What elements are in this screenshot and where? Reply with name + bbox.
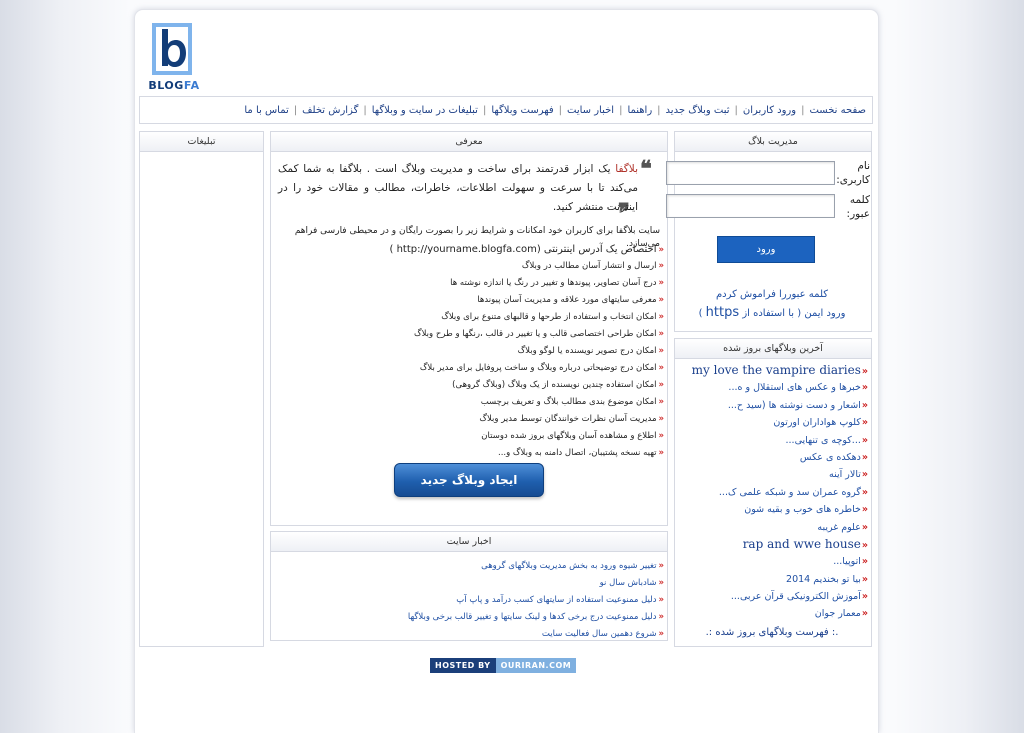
nav-help[interactable]: راهنما	[627, 105, 652, 116]
list-item: «rap and wwe house	[742, 536, 868, 551]
nav-ads[interactable]: تبلیغات در سایت و وبلاگها	[372, 105, 478, 116]
feature-item: «اختصاص یک آدرس اینترنتی (http://yournam…	[389, 244, 664, 255]
ads-panel: تبلیغات	[139, 131, 264, 647]
news-item: «دلیل ممنوعیت استفاده از سایتهای کسب درآ…	[456, 595, 664, 605]
news-item: «شروع دهمین سال فعالیت سایت	[541, 629, 664, 639]
username-label: نام کاربری:	[836, 160, 870, 186]
nav-separator: |	[363, 104, 367, 116]
blog-link[interactable]: معمار جوان	[815, 608, 861, 619]
blog-link[interactable]: گروه عمران سد و شبکه علمی ک...	[719, 487, 861, 498]
logo-wordmark: BLOGFA	[148, 79, 200, 92]
secure-login-link[interactable]: ورود ایمن ( با استفاده از https )	[676, 305, 868, 320]
nav-contact[interactable]: تماس با ما	[244, 105, 288, 116]
feature-list: «اختصاص یک آدرس اینترنتی (http://yournam…	[300, 241, 664, 462]
nav-blog-list[interactable]: فهرست وبلاگها	[491, 105, 553, 116]
username-input[interactable]	[666, 161, 835, 185]
blog-link[interactable]: علوم غریبه	[817, 522, 860, 533]
nav-separator: |	[657, 104, 661, 116]
list-item: «علوم غریبه	[817, 521, 868, 533]
forgot-password-link[interactable]: کلمه عبوررا فراموش کردم	[676, 289, 868, 300]
blog-link[interactable]: آموزش الکترونیکی قرآن عربی...	[731, 591, 861, 602]
blog-link[interactable]: اتوپیا...	[833, 556, 861, 567]
intro-body: یک ابزار قدرتمند برای ساخت و مدیریت وبلا…	[278, 163, 638, 213]
host-name: OURIRAN.COM	[495, 658, 577, 673]
password-input[interactable]	[666, 194, 835, 218]
list-item: «معمار جوان	[814, 608, 868, 620]
feature-item: «امکان طراحی اختصاصی قالب و یا تغییر در …	[414, 329, 664, 339]
intro-brand: بلاگفا	[615, 163, 638, 175]
feature-item: «تهیه نسخه پشتیبان، اتصال دامنه به وبلاگ…	[498, 448, 664, 458]
feature-item: «ارسال و انتشار آسان مطالب در وبلاگ	[521, 261, 664, 271]
blogfa-logo-icon	[152, 23, 192, 75]
nav-separator: |	[619, 104, 623, 116]
login-title: مدیریت بلاگ	[675, 132, 871, 152]
feature-item: «اطلاع و مشاهده آسان وبلاگهای بروز شده د…	[481, 431, 664, 441]
login-button[interactable]: ورود	[717, 236, 815, 263]
list-item: «کلوپ هواداران اورتون	[773, 417, 868, 429]
create-blog-button[interactable]: ایجاد وبلاگ جدید	[394, 463, 544, 497]
news-list: «تغییر شیوه ورود به بخش مدیریت وبلاگهای …	[407, 558, 664, 643]
list-item: «آموزش الکترونیکی قرآن عربی...	[730, 591, 868, 603]
blog-link[interactable]: تالار آینه	[829, 469, 861, 480]
latest-blogs-title: آخرین وبلاگهای بروز شده	[675, 339, 871, 359]
feature-item: «امکان موضوع بندی مطالب بلاگ و تعریف برچ…	[480, 397, 664, 407]
nav-separator: |	[482, 104, 487, 116]
feature-item: «امکان انتخاب و استفاده از طرحها و قالبه…	[441, 312, 664, 322]
news-item: «دلیل ممنوعیت درج برخی کدها و لینک سایته…	[407, 612, 664, 622]
latest-blogs-list: «my love the vampire diaries «خبرها و عک…	[680, 362, 868, 623]
list-item: «دهکده ی عکس	[799, 451, 868, 463]
feature-item: «امکان درج تصویر نویسنده یا لوگو وبلاگ	[517, 346, 664, 356]
news-item: «شادباش سال نو	[599, 578, 664, 588]
nav-login[interactable]: ورود کاربران	[743, 105, 796, 116]
news-item: «تغییر شیوه ورود به بخش مدیریت وبلاگهای …	[481, 561, 664, 571]
nav-report[interactable]: گزارش تخلف	[302, 105, 358, 116]
feature-item: «درج آسان تصاویر، پیوندها و تغییر در رنگ…	[450, 278, 664, 288]
feature-item: «امکان درج توضیحاتی درباره وبلاگ و ساخت …	[419, 363, 664, 373]
news-link[interactable]: تغییر شیوه ورود به بخش مدیریت وبلاگهای گ…	[481, 561, 656, 571]
list-item: «خاطره های خوب و بقیه شون	[744, 504, 868, 516]
feature-item: «امکان استفاده چندین نویسنده از یک وبلاگ…	[452, 380, 664, 390]
blog-link[interactable]: خبرها و عکس های استقلال و ه...	[728, 382, 860, 393]
nav-separator: |	[558, 104, 562, 116]
nav-separator: |	[734, 104, 738, 116]
nav-news[interactable]: اخبار سایت	[567, 105, 614, 116]
all-updated-blogs-link[interactable]: .: فهرست وبلاگهای بروز شده :.	[676, 627, 868, 638]
list-item: «خبرها و عکس های استقلال و ه...	[728, 382, 868, 394]
nav-register[interactable]: ثبت وبلاگ جدید	[666, 105, 730, 116]
list-item: «گروه عمران سد و شبکه علمی ک...	[718, 486, 868, 498]
news-link[interactable]: دلیل ممنوعیت درج برخی کدها و لینک سایتها…	[408, 612, 657, 622]
intro-text: بلاگفا یک ابزار قدرتمند برای ساخت و مدیر…	[278, 160, 660, 217]
list-item: «بیا تو بخندیم 2014	[786, 573, 868, 585]
list-item: «my love the vampire diaries	[691, 363, 868, 377]
list-item: «اتوپیا...	[833, 556, 868, 568]
nav-separator: |	[293, 104, 298, 116]
hosted-by-badge[interactable]: HOSTED BY OURIRAN.COM	[430, 658, 577, 673]
blog-link[interactable]: rap and wwe house	[743, 537, 861, 551]
nav-home[interactable]: صفحه نخست	[809, 105, 866, 116]
blog-link[interactable]: بیا تو بخندیم 2014	[786, 574, 861, 585]
blog-link[interactable]: my love the vampire diaries	[692, 363, 861, 377]
list-item: «...کوچه ی تنهایی...	[785, 434, 868, 446]
news-link[interactable]: شروع دهمین سال فعالیت سایت	[542, 629, 657, 639]
feature-item: «معرفی سایتهای مورد علاقه و مدیریت آسان …	[477, 295, 664, 305]
hosted-by-label: HOSTED BY	[430, 658, 496, 673]
list-item: «اشعار و دست نوشته ها (سید ح...	[727, 399, 868, 411]
list-item: «تالار آینه	[829, 469, 868, 481]
nav-separator: |	[801, 104, 805, 116]
intro-title: معرفی	[271, 132, 667, 152]
ads-title: تبلیغات	[140, 132, 263, 152]
blog-link[interactable]: خاطره های خوب و بقیه شون	[744, 504, 861, 515]
feature-item: «مدیریت آسان نظرات خوانندگان توسط مدیر و…	[479, 414, 664, 424]
blog-link[interactable]: ...کوچه ی تنهایی...	[786, 435, 861, 446]
blog-link[interactable]: اشعار و دست نوشته ها (سید ح...	[728, 400, 861, 411]
blog-link[interactable]: دهکده ی عکس	[800, 452, 861, 463]
password-label: کلمه عبور:	[846, 194, 870, 220]
news-title: اخبار سایت	[271, 532, 667, 552]
blogfa-logo[interactable]: BLOGFA	[146, 21, 202, 92]
blog-link[interactable]: کلوپ هواداران اورتون	[773, 417, 861, 428]
news-link[interactable]: دلیل ممنوعیت استفاده از سایتهای کسب درآم…	[456, 595, 656, 605]
news-link[interactable]: شادباش سال نو	[600, 578, 657, 588]
top-navigation: صفحه نخست | ورود کاربران | ثبت وبلاگ جدید |…	[139, 96, 873, 124]
